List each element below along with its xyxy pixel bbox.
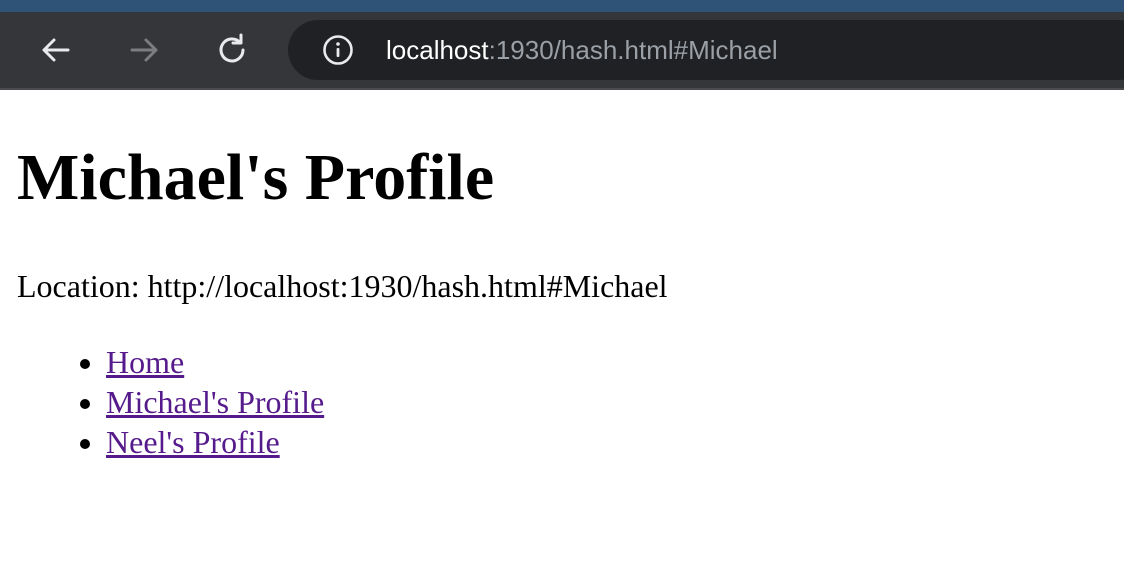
reload-icon bbox=[219, 33, 245, 63]
url-text[interactable]: localhost:1930/hash.html#Michael bbox=[386, 34, 778, 66]
page-title: Michael's Profile bbox=[17, 141, 495, 214]
reload-button[interactable] bbox=[212, 30, 252, 70]
url-host: localhost bbox=[386, 35, 489, 65]
list-item: Home bbox=[106, 342, 324, 382]
back-button[interactable] bbox=[36, 30, 76, 70]
location-label: Location: bbox=[17, 268, 148, 304]
tab-strip bbox=[0, 0, 1124, 12]
address-bar[interactable]: localhost:1930/hash.html#Michael bbox=[288, 20, 1124, 80]
michael-profile-link[interactable]: Michael's Profile bbox=[106, 384, 324, 420]
list-item: Michael's Profile bbox=[106, 382, 324, 422]
browser-toolbar: localhost:1930/hash.html#Michael bbox=[0, 12, 1124, 88]
page-content: Michael's Profile Location: http://local… bbox=[0, 90, 1124, 574]
browser-chrome: localhost:1930/hash.html#Michael bbox=[0, 0, 1124, 90]
arrow-right-icon bbox=[130, 38, 158, 62]
url-path: :1930/hash.html#Michael bbox=[488, 35, 778, 65]
forward-button[interactable] bbox=[124, 30, 164, 70]
list-item: Neel's Profile bbox=[106, 422, 324, 462]
profile-link-list: Home Michael's Profile Neel's Profile bbox=[0, 342, 324, 462]
info-icon[interactable] bbox=[322, 34, 354, 66]
location-line: Location: http://localhost:1930/hash.htm… bbox=[17, 264, 668, 308]
home-link[interactable]: Home bbox=[106, 344, 184, 380]
arrow-left-icon bbox=[42, 38, 70, 62]
location-value: http://localhost:1930/hash.html#Michael bbox=[147, 268, 668, 304]
neel-profile-link[interactable]: Neel's Profile bbox=[106, 424, 280, 460]
